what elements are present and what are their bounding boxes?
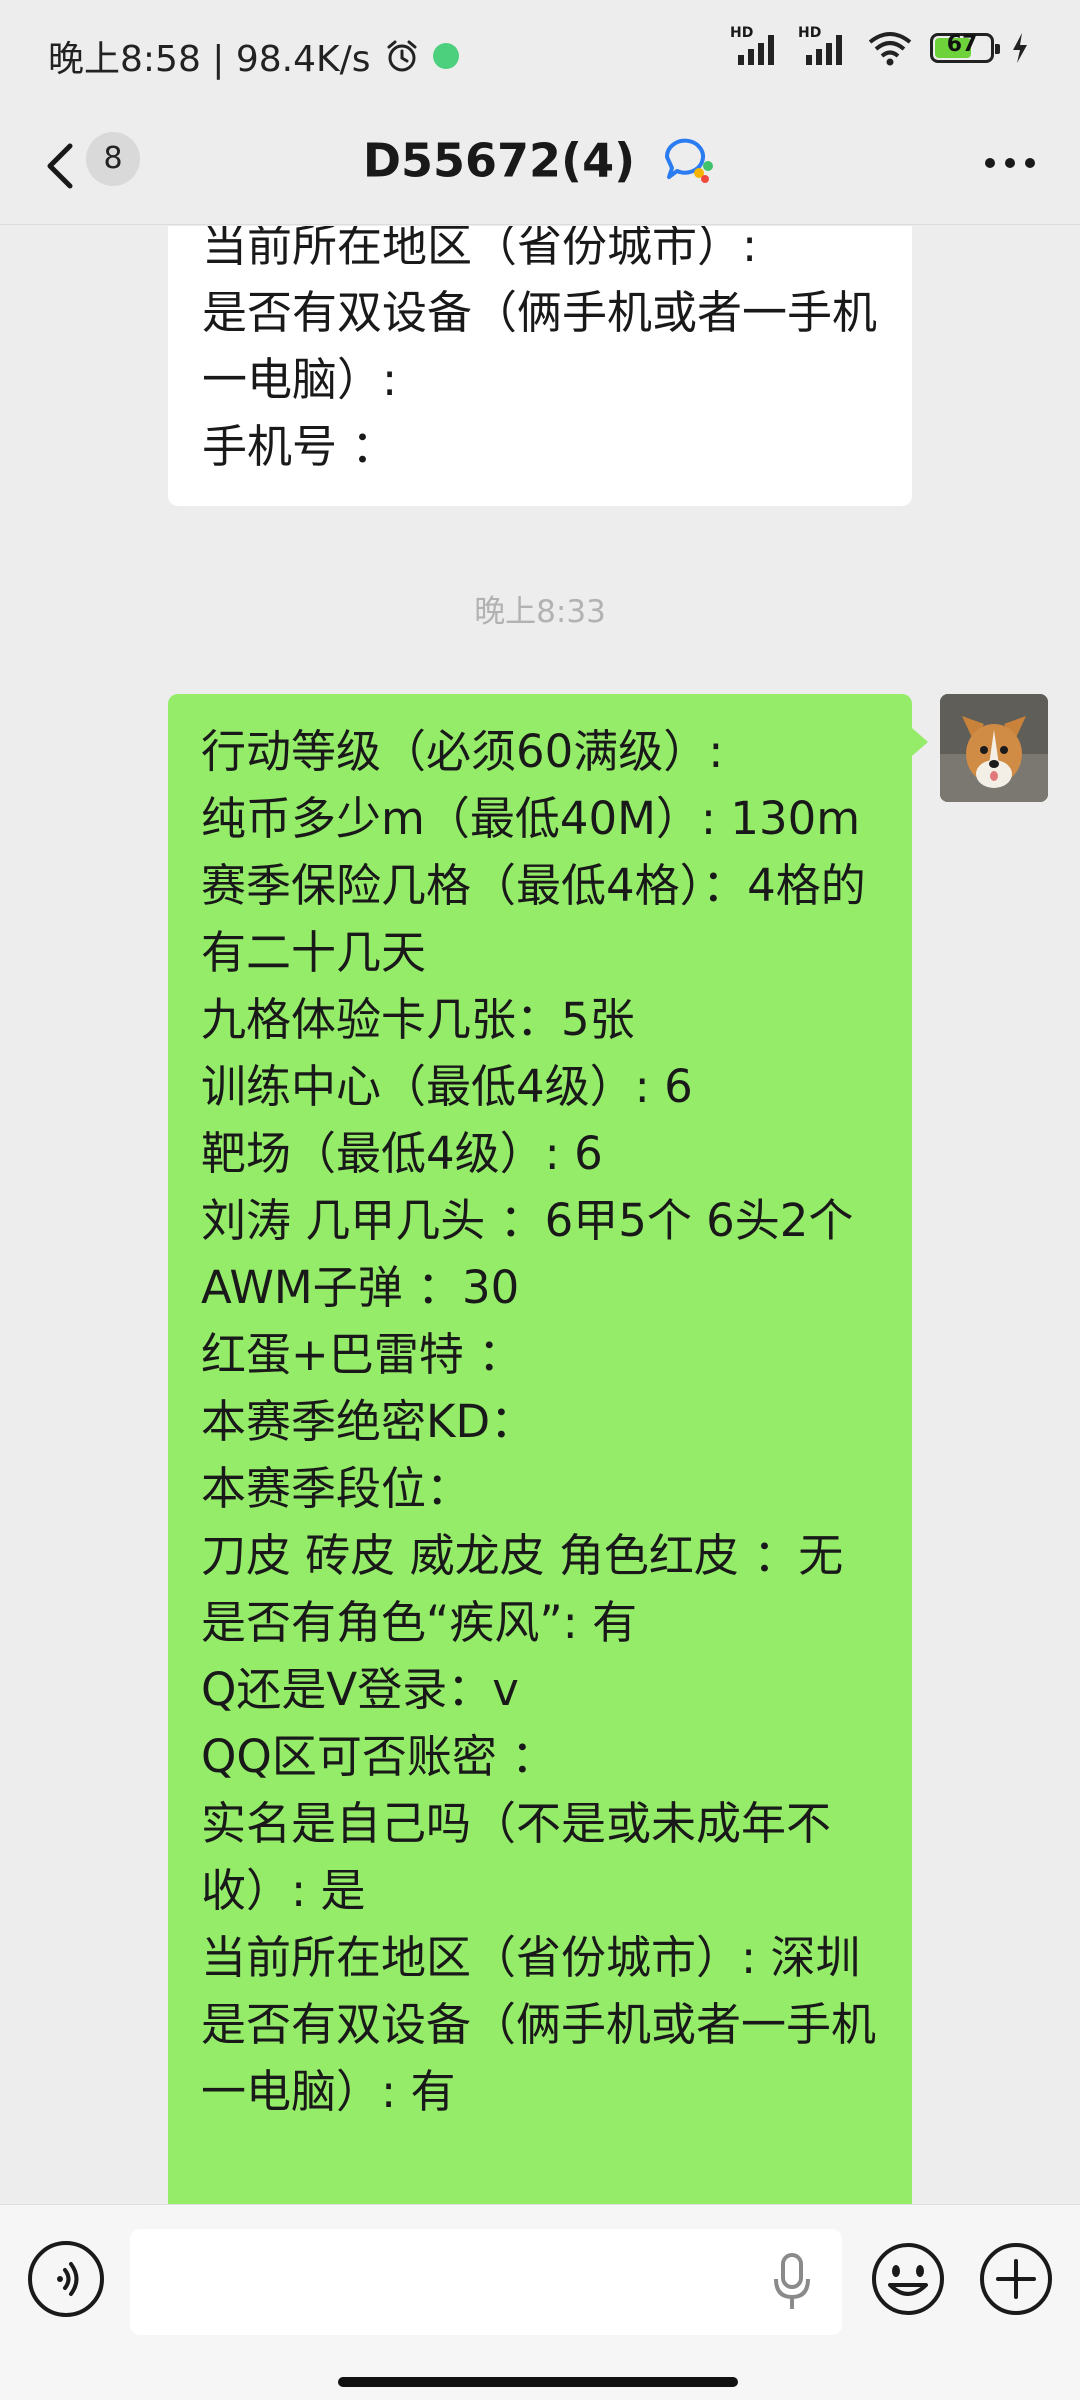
- received-message-text: 当前所在地区（省份城市）: 是否有双设备（俩手机或者一手机一电脑）: 手机号 ：: [202, 226, 878, 473]
- battery-icon: 67: [930, 32, 1000, 63]
- header-divider: [0, 224, 1080, 225]
- group-chat-icon: [665, 138, 714, 183]
- sent-message-text: 行动等级（必须60满级）: 纯币多少m（最低40M）: 130m 赛季保险几格（…: [201, 725, 877, 2118]
- message-input[interactable]: [130, 2229, 842, 2335]
- dog-avatar-image: [940, 694, 1048, 802]
- more-icon[interactable]: [980, 148, 1040, 178]
- status-bar-left: 晚上8:58 | 98.4K/s: [48, 30, 459, 82]
- alarm-icon: [387, 40, 417, 72]
- app-notification-icon: [432, 43, 459, 69]
- voice-icon: [57, 2262, 79, 2296]
- signal-icon: HD: [730, 25, 782, 65]
- battery-level-text: 67: [946, 32, 978, 57]
- chat-message-list[interactable]: 当前所在地区（省份城市）: 是否有双设备（俩手机或者一手机一电脑）: 手机号 ：…: [0, 226, 1080, 2204]
- voice-input-button[interactable]: [28, 2241, 104, 2317]
- charging-icon: [1013, 33, 1027, 63]
- chat-title-area[interactable]: D55672(4): [0, 130, 1080, 189]
- status-bar-right: HD HD 67: [730, 25, 1030, 66]
- message-timestamp: 晚上8:33: [474, 594, 606, 630]
- emoji-icon[interactable]: [870, 2241, 946, 2317]
- received-message-bubble[interactable]: 当前所在地区（省份城市）: 是否有双设备（俩手机或者一手机一电脑）: 手机号 ：: [168, 226, 912, 506]
- status-bar: 晚上8:58 | 98.4K/s HD HD 67: [0, 0, 1080, 108]
- sent-message-bubble[interactable]: 行动等级（必须60满级）: 纯币多少m（最低40M）: 130m 赛季保险几格（…: [168, 694, 928, 2204]
- plus-icon[interactable]: [978, 2241, 1054, 2317]
- avatar[interactable]: [940, 694, 1048, 802]
- wifi-icon: [868, 32, 912, 66]
- status-time-speed: 晚上8:58 | 98.4K/s: [48, 39, 371, 80]
- home-indicator[interactable]: [338, 2377, 738, 2387]
- input-bar: [0, 2204, 1080, 2400]
- chat-header: 8 D55672(4): [0, 108, 1080, 226]
- signal-icon-2: HD: [798, 25, 850, 65]
- chat-title: D55672(4): [362, 133, 636, 188]
- mic-icon[interactable]: [770, 2251, 814, 2313]
